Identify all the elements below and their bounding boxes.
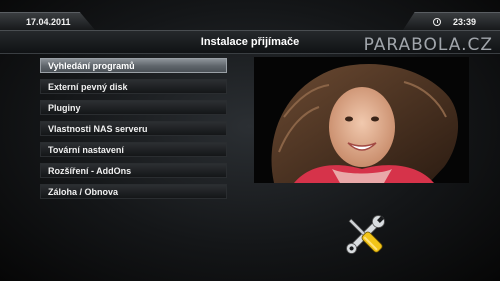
menu-item-backup-restore[interactable]: Záloha / Obnova bbox=[40, 184, 227, 199]
tv-preview-image bbox=[254, 57, 469, 183]
menu-item-plugins[interactable]: Pluginy bbox=[40, 100, 227, 115]
menu-item-addons[interactable]: Rozšíření - AddOns bbox=[40, 163, 227, 178]
wrench-screwdriver-icon bbox=[346, 215, 385, 254]
menu-item-channel-scan[interactable]: Vyhledání programů bbox=[40, 58, 227, 73]
time-text: 23:39 bbox=[453, 17, 477, 27]
menu-item-external-disk[interactable]: Externí pevný disk bbox=[40, 79, 227, 94]
settings-menu: Vyhledání programů Externí pevný disk Pl… bbox=[40, 58, 227, 205]
clock-icon bbox=[433, 17, 441, 26]
menu-item-factory-reset[interactable]: Tovární nastavení bbox=[40, 142, 227, 157]
time-bar: 23:39 bbox=[403, 12, 500, 30]
receiver-screen: 17.04.2011 23:39 Instalace přijímače PAR… bbox=[0, 0, 500, 281]
tv-preview-window bbox=[254, 57, 469, 183]
date-text: 17.04.2011 bbox=[26, 17, 71, 27]
menu-item-nas-server[interactable]: Vlastnosti NAS serveru bbox=[40, 121, 227, 136]
brand-watermark: PARABOLA.CZ bbox=[363, 35, 493, 55]
date-bar: 17.04.2011 bbox=[0, 12, 95, 30]
page-title: Instalace přijímače bbox=[200, 36, 300, 48]
